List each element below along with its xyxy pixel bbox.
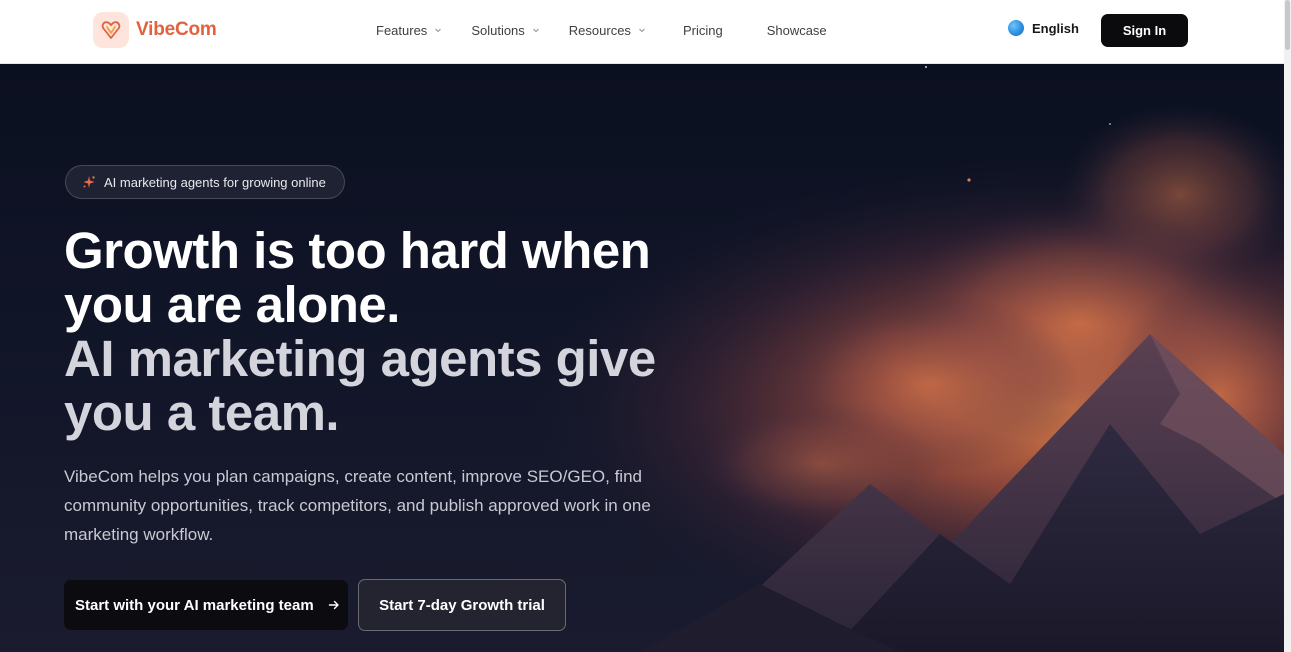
nav-item-showcase[interactable]: Showcase bbox=[745, 23, 849, 38]
page-scrollbar[interactable] bbox=[1284, 0, 1291, 652]
sparkle-icon bbox=[83, 176, 95, 188]
hero-badge: AI marketing agents for growing online bbox=[65, 165, 345, 199]
arrow-right-icon bbox=[328, 600, 339, 610]
language-label: English bbox=[1032, 20, 1079, 36]
scrollbar-thumb[interactable] bbox=[1285, 0, 1290, 50]
main-nav: Features Solutions Resources Pricing Sho… bbox=[362, 0, 849, 60]
chevron-down-icon bbox=[532, 28, 539, 33]
globe-icon bbox=[1008, 20, 1024, 36]
chevron-down-icon bbox=[639, 28, 645, 33]
start-growth-trial-button[interactable]: Start 7-day Growth trial bbox=[358, 579, 566, 631]
hero-description: VibeCom helps you plan campaigns, create… bbox=[64, 467, 651, 544]
chevron-down-icon bbox=[435, 28, 442, 33]
hero-section: AI marketing agents for growing online G… bbox=[0, 64, 1284, 652]
brand-name: VibeCom bbox=[136, 19, 217, 40]
nav-item-label: Showcase bbox=[766, 22, 827, 38]
hero-badge-label: AI marketing agents for growing online bbox=[104, 174, 326, 190]
nav-item-solutions[interactable]: Solutions bbox=[457, 23, 554, 38]
hero-headline: Growth is too hard when you are alone. A… bbox=[64, 224, 744, 440]
sign-in-button[interactable]: Sign In bbox=[1101, 14, 1188, 47]
nav-item-label: Features bbox=[376, 22, 428, 38]
nav-item-label: Solutions bbox=[471, 22, 525, 38]
nav-item-label: Pricing bbox=[682, 22, 723, 38]
nav-item-pricing[interactable]: Pricing bbox=[661, 23, 745, 38]
logo-icon bbox=[93, 12, 129, 48]
start-ai-team-button[interactable]: Start with your AI marketing team bbox=[64, 580, 348, 630]
hero-headline-secondary: AI marketing agents give you a team. bbox=[64, 330, 656, 441]
nav-item-features[interactable]: Features bbox=[362, 23, 457, 38]
cta-primary-label: Start with your AI marketing team bbox=[75, 596, 314, 614]
hero-headline-primary: Growth is too hard when you are alone. bbox=[64, 222, 651, 333]
nav-item-resources[interactable]: Resources bbox=[555, 23, 661, 38]
nav-item-label: Resources bbox=[568, 22, 631, 38]
brand-logo[interactable]: VibeCom bbox=[93, 12, 217, 48]
top-navigation-bar: VibeCom Features Solutions Resources Pri… bbox=[0, 0, 1284, 64]
language-selector[interactable]: English bbox=[1008, 20, 1079, 36]
